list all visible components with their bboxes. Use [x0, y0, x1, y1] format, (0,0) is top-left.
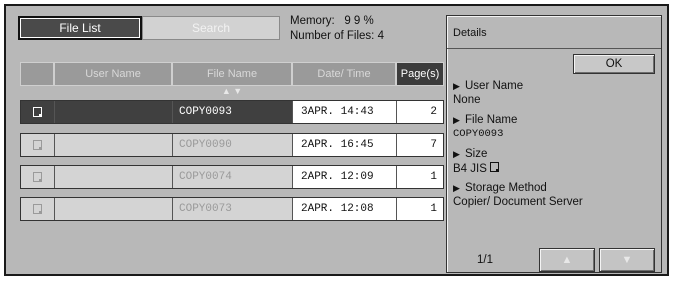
table-row[interactable]: COPY0074 2APR. 12:09 1 [20, 165, 444, 189]
files-label: Number of Files: [290, 30, 375, 42]
memory-label: Memory: [290, 15, 335, 27]
header-pages[interactable]: Page(s) [396, 62, 444, 86]
file-name-value: COPY0093 [453, 128, 504, 140]
user-name-cell [55, 198, 173, 220]
user-name-cell [55, 134, 173, 156]
table-row[interactable]: COPY0093 3APR. 14:43 2 [20, 100, 444, 124]
pages-cell: 7 [397, 134, 443, 156]
size-value: B4 JIS [453, 163, 487, 175]
pointer-icon: ▶ [453, 149, 460, 159]
storage-value: Copier/ Document Server [453, 196, 583, 208]
pointer-icon: ▶ [453, 115, 460, 125]
pointer-icon: ▶ [453, 81, 460, 91]
header-user-name[interactable]: User Name [54, 62, 172, 86]
file-name-cell: COPY0074 [173, 166, 293, 188]
document-icon [33, 204, 42, 214]
size-value-line: B4 JIS [453, 162, 500, 175]
user-name-cell [55, 166, 173, 188]
date-time-cell: 2APR. 12:09 [293, 166, 397, 188]
row-icon-cell [21, 166, 55, 188]
document-icon [33, 140, 42, 150]
tab-file-list[interactable]: File List [18, 16, 142, 40]
status-area: Memory: 9 9 % Number of Files: 4 [290, 14, 430, 44]
orientation-icon [490, 162, 500, 172]
file-name-cell: COPY0073 [173, 198, 293, 220]
details-panel: Details OK ▶ User Name None ▶ File Name CO… [446, 15, 662, 273]
page-down-button[interactable]: ▼ [599, 248, 655, 272]
pages-cell: 1 [397, 166, 443, 188]
memory-value: 9 9 % [344, 15, 374, 27]
table-row[interactable]: COPY0090 2APR. 16:45 7 [20, 133, 444, 157]
file-name-cell: COPY0093 [173, 101, 293, 123]
row-icon-cell [21, 101, 55, 123]
user-name-value: None [453, 94, 481, 106]
pages-cell: 1 [397, 198, 443, 220]
document-icon [33, 107, 42, 117]
file-name-cell: COPY0090 [173, 134, 293, 156]
ok-button[interactable]: OK [573, 54, 655, 74]
storage-label: Storage Method [465, 182, 547, 194]
sort-arrows[interactable]: ▲ ▼ [172, 86, 292, 98]
details-title: Details [453, 27, 487, 39]
row-icon-cell [21, 198, 55, 220]
tab-search[interactable]: Search [142, 16, 280, 40]
size-label: Size [465, 148, 488, 160]
table-row[interactable]: COPY0073 2APR. 12:08 1 [20, 197, 444, 221]
pages-cell: 2 [397, 101, 443, 123]
files-value: 4 [377, 30, 384, 42]
document-icon [33, 172, 42, 182]
row-icon-cell [21, 134, 55, 156]
user-name-cell [55, 101, 173, 123]
pointer-icon: ▶ [453, 183, 460, 193]
file-name-label: File Name [465, 114, 518, 126]
date-time-cell: 3APR. 14:43 [293, 101, 397, 123]
size-heading: ▶ Size [453, 148, 487, 160]
storage-heading: ▶ Storage Method [453, 182, 547, 194]
user-name-label: User Name [465, 80, 524, 92]
header-icon-column [20, 62, 54, 86]
header-date-time[interactable]: Date/ Time [292, 62, 396, 86]
main-screen: File List Search Memory: 9 9 % Number of… [4, 4, 669, 276]
page-up-button[interactable]: ▲ [539, 248, 595, 272]
user-name-heading: ▶ User Name [453, 80, 523, 92]
page-indicator: 1/1 [477, 254, 493, 266]
date-time-cell: 2APR. 12:08 [293, 198, 397, 220]
date-time-cell: 2APR. 16:45 [293, 134, 397, 156]
file-name-heading: ▶ File Name [453, 114, 517, 126]
header-file-name[interactable]: File Name [172, 62, 292, 86]
details-divider [447, 48, 661, 49]
